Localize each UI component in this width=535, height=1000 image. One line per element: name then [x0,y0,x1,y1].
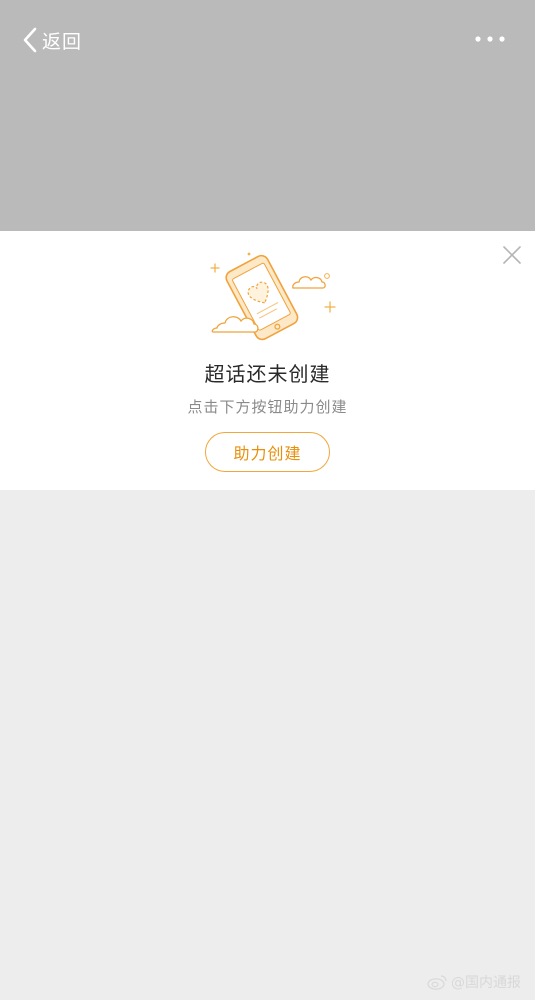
chevron-left-icon [23,27,37,53]
phone-heart-illustration [210,252,336,341]
back-label: 返回 [42,30,83,53]
more-dots-icon [475,36,505,42]
watermark-text: @国内通报 [451,975,521,991]
watermark: @国内通报 [427,972,521,992]
help-create-button[interactable]: 助力创建 [205,432,330,472]
close-icon [503,246,521,264]
close-button[interactable] [500,243,524,267]
back-button[interactable]: 返回 [22,22,82,58]
page-title: 超话还未创建 [204,362,331,386]
page-subtitle: 点击下方按钮助力创建 [187,398,348,416]
weibo-logo-icon [427,975,447,990]
more-button[interactable] [473,26,507,52]
header-banner: 返回 [0,0,535,231]
